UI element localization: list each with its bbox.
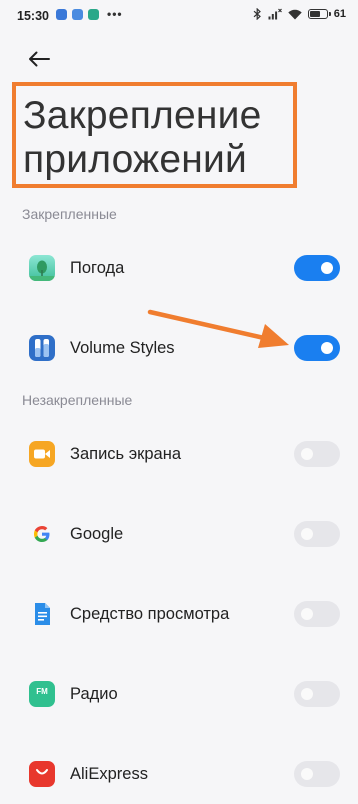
toggle-knob: [301, 528, 313, 540]
status-time: 15:30: [17, 9, 49, 23]
notification-icons: •••: [56, 7, 123, 21]
wifi-icon: [288, 9, 302, 19]
pin-toggle-screen-recorder[interactable]: [294, 441, 340, 467]
toggle-knob: [301, 768, 313, 780]
notification-app-icon: [56, 9, 67, 20]
pin-toggle-pogoda[interactable]: [294, 255, 340, 281]
aliexpress-icon: [29, 761, 55, 787]
weather-app-icon: [29, 255, 55, 281]
app-row-aliexpress: AliExpress: [0, 744, 358, 804]
pin-toggle-volume-styles[interactable]: [294, 335, 340, 361]
signal-x-icon: [268, 8, 282, 20]
app-label: AliExpress: [70, 765, 148, 783]
app-row-google: Google: [0, 504, 358, 564]
annotation-arrow-icon: [147, 309, 289, 348]
document-viewer-icon: [29, 601, 55, 627]
battery-percentage: 61: [333, 8, 346, 20]
toggle-knob: [301, 688, 313, 700]
battery-icon: [307, 9, 331, 19]
status-bar: 15:30 ••• 61: [0, 0, 358, 34]
app-label: Google: [70, 525, 124, 543]
app-row-pogoda: Погода: [0, 238, 358, 298]
section-header-pinned: Закрепленные: [22, 206, 117, 222]
app-row-document-viewer: Средство просмотра: [0, 584, 358, 644]
toggle-knob: [321, 342, 333, 354]
pin-toggle-document-viewer[interactable]: [294, 601, 340, 627]
google-icon: [29, 521, 55, 547]
toggle-knob: [301, 448, 313, 460]
notification-app-icon: [72, 9, 83, 20]
pin-toggle-radio[interactable]: [294, 681, 340, 707]
more-notifications-icon: •••: [107, 7, 123, 21]
back-button[interactable]: [22, 44, 58, 74]
back-arrow-icon: [29, 51, 50, 67]
volume-styles-app-icon: [29, 335, 55, 361]
pin-toggle-google[interactable]: [294, 521, 340, 547]
fm-radio-icon-text: FM: [36, 687, 48, 696]
status-right: 61: [253, 8, 346, 20]
fm-radio-icon: FM: [29, 681, 55, 707]
app-label: Запись экрана: [70, 445, 182, 463]
app-label: Радио: [70, 685, 118, 703]
page-title: Закрепление приложений: [23, 94, 262, 181]
battery-level: [309, 11, 320, 17]
app-row-radio: FM Радио: [0, 664, 358, 724]
section-header-unpinned: Незакрепленные: [22, 392, 133, 408]
app-label: Погода: [70, 259, 125, 277]
toggle-knob: [301, 608, 313, 620]
bluetooth-icon: [253, 8, 261, 20]
app-row-screen-recorder: Запись экрана: [0, 424, 358, 484]
screen-recorder-icon: [29, 441, 55, 467]
app-label: Средство просмотра: [70, 605, 230, 623]
pin-toggle-aliexpress[interactable]: [294, 761, 340, 787]
notification-app-icon: [88, 9, 99, 20]
toggle-knob: [321, 262, 333, 274]
